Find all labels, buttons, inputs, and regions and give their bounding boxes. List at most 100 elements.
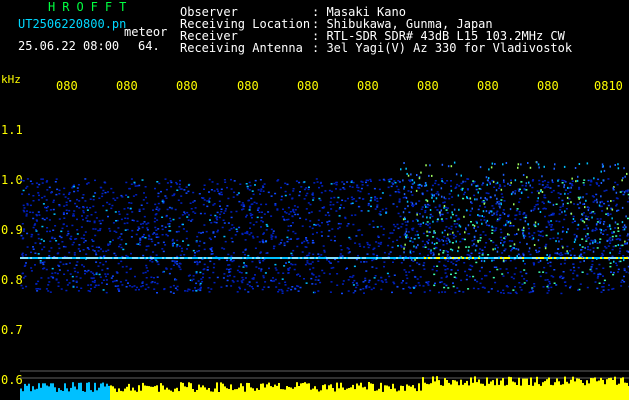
noise-speck: [376, 197, 379, 200]
level-bar: [440, 385, 442, 400]
noise-speck: [71, 275, 74, 278]
level-bar: [106, 383, 108, 400]
level-bar: [498, 384, 500, 400]
noise-speck: [29, 204, 32, 207]
noise-speck: [328, 220, 331, 222]
noise-speck: [90, 288, 92, 290]
noise-speck: [93, 221, 96, 224]
noise-speck: [484, 234, 487, 236]
noise-speck: [564, 214, 567, 216]
noise-speck: [47, 205, 49, 208]
noise-speck: [95, 273, 98, 275]
echo-speck: [416, 174, 418, 176]
noise-speck: [409, 265, 412, 267]
noise-speck: [210, 222, 213, 224]
echo-speck: [460, 174, 462, 177]
echo-speck: [547, 200, 550, 203]
noise-speck: [255, 202, 258, 205]
noise-speck: [21, 272, 24, 275]
noise-speck: [179, 254, 182, 256]
noise-speck: [206, 205, 209, 208]
noise-speck: [189, 202, 192, 204]
noise-speck: [408, 211, 411, 214]
noise-speck: [146, 227, 149, 229]
noise-speck: [469, 214, 472, 216]
noise-speck: [225, 285, 228, 287]
noise-speck: [287, 272, 290, 274]
noise-speck: [94, 234, 97, 237]
noise-speck: [157, 195, 160, 198]
noise-speck: [450, 185, 452, 187]
echo-speck: [555, 240, 557, 243]
noise-speck: [353, 265, 356, 268]
time-tick: 080: [56, 79, 78, 93]
noise-speck: [359, 288, 362, 291]
time-tick: 080: [477, 79, 499, 93]
noise-speck: [68, 262, 71, 264]
noise-speck: [311, 242, 314, 244]
echo-speck: [611, 238, 614, 241]
noise-speck: [199, 287, 202, 290]
noise-speck: [198, 245, 201, 247]
noise-speck: [62, 211, 65, 214]
carrier-speck: [430, 257, 432, 259]
noise-speck: [499, 185, 502, 188]
noise-speck: [85, 270, 88, 273]
noise-speck: [550, 226, 553, 228]
echo-speck: [611, 217, 613, 220]
noise-speck: [146, 202, 149, 204]
noise-speck: [64, 196, 67, 198]
noise-speck: [365, 287, 368, 289]
echo-speck: [498, 202, 500, 205]
level-bar: [62, 391, 64, 400]
echo-speck: [441, 180, 443, 182]
noise-speck: [288, 213, 291, 215]
noise-speck: [436, 237, 439, 240]
noise-speck: [262, 260, 265, 262]
noise-speck: [89, 198, 92, 200]
echo-speck: [469, 197, 472, 200]
noise-speck: [411, 229, 414, 231]
noise-speck: [105, 279, 108, 281]
noise-speck: [335, 181, 338, 184]
carrier-speck: [168, 257, 170, 259]
noise-speck: [490, 240, 493, 242]
noise-speck: [336, 273, 339, 275]
noise-speck: [38, 194, 40, 197]
noise-speck: [398, 200, 401, 202]
noise-speck: [86, 183, 88, 185]
echo-speck: [410, 237, 413, 240]
noise-speck: [563, 180, 566, 182]
noise-speck: [495, 214, 498, 216]
noise-speck: [444, 265, 447, 267]
level-bar: [426, 383, 428, 400]
noise-speck: [551, 181, 554, 183]
noise-speck: [614, 181, 617, 184]
level-bar: [238, 387, 240, 400]
noise-speck: [542, 286, 545, 288]
noise-speck: [45, 268, 48, 271]
echo-speck: [581, 213, 584, 216]
noise-speck: [262, 276, 265, 279]
noise-speck: [569, 182, 572, 185]
noise-speck: [501, 252, 504, 254]
level-bar: [390, 389, 392, 400]
noise-speck: [328, 189, 331, 192]
carrier-speck: [176, 257, 178, 259]
noise-speck: [550, 286, 553, 289]
noise-speck: [404, 221, 407, 223]
noise-speck: [221, 247, 224, 249]
noise-speck: [317, 279, 320, 281]
echo-speck: [537, 197, 539, 200]
echo-speck: [570, 201, 572, 204]
echo-speck: [450, 189, 453, 192]
noise-speck: [446, 254, 449, 256]
carrier-speck: [614, 257, 616, 259]
noise-speck: [352, 274, 355, 277]
noise-speck: [37, 237, 40, 240]
noise-speck: [444, 268, 447, 271]
noise-speck: [502, 289, 505, 291]
noise-speck: [400, 246, 403, 248]
noise-speck: [254, 184, 256, 186]
noise-speck: [25, 285, 28, 288]
